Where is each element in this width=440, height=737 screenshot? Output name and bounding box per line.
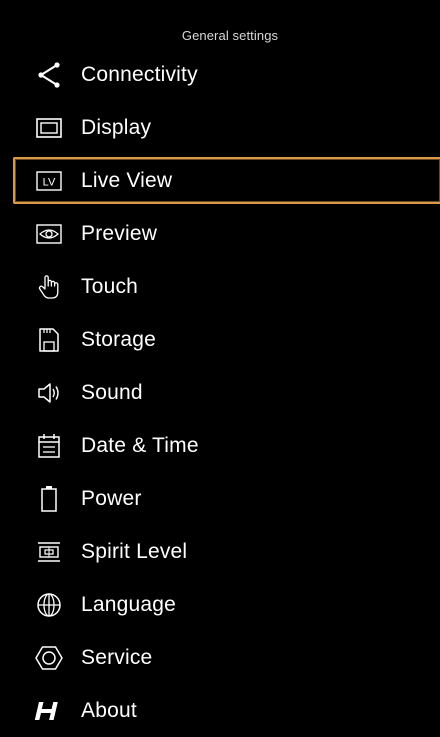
display-icon [34,113,64,143]
menu-item-label: Service [81,645,153,669]
calendar-icon [34,431,64,461]
menu-item-label: Display [81,115,152,139]
menu-item-label: Touch [81,274,139,298]
menu-item-label: Preview [81,221,158,245]
menu-item-storage[interactable]: Storage [0,313,440,366]
menu-item-language[interactable]: Language [0,578,440,631]
menu-item-label: Storage [81,327,156,351]
menu-item-preview[interactable]: Preview [0,207,440,260]
globe-icon [34,590,64,620]
hasselblad-logo-icon [34,696,64,726]
live-view-icon: LV [34,166,64,196]
touch-hand-icon [34,272,64,302]
menu-item-about[interactable]: About [0,684,440,737]
menu-item-service[interactable]: Service [0,631,440,684]
share-icon [34,60,64,90]
service-hexagon-icon [34,643,64,673]
menu-item-label: Connectivity [81,62,198,86]
menu-item-label: Power [81,486,142,510]
menu-item-touch[interactable]: Touch [0,260,440,313]
menu-item-label: About [81,698,137,722]
preview-eye-icon [34,219,64,249]
page-title: General settings [181,28,279,43]
settings-menu: Connectivity Display LV Live View Previe… [0,48,440,737]
menu-item-label: Sound [81,380,143,404]
menu-item-label: Date & Time [81,433,199,457]
spirit-level-icon [34,537,64,567]
menu-item-date-time[interactable]: Date & Time [0,419,440,472]
speaker-icon [34,378,64,408]
menu-item-connectivity[interactable]: Connectivity [0,48,440,101]
menu-item-sound[interactable]: Sound [0,366,440,419]
battery-icon [34,484,64,514]
menu-item-label: Language [81,592,177,616]
menu-item-power[interactable]: Power [0,472,440,525]
menu-item-label: Live View [81,168,173,192]
menu-item-spirit-level[interactable]: Spirit Level [0,525,440,578]
menu-item-live-view[interactable]: LV Live View [0,154,440,207]
menu-item-label: Spirit Level [81,539,188,563]
sd-card-icon [34,325,64,355]
svg-text:LV: LV [43,176,56,188]
menu-item-display[interactable]: Display [0,101,440,154]
